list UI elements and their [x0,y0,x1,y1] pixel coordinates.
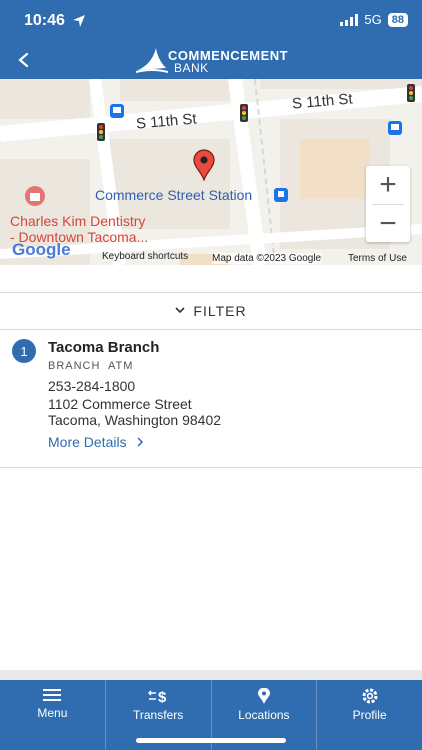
map-view[interactable]: S 11th St S 11th St Commerce Street Stat… [0,79,422,265]
back-chevron-icon[interactable] [14,48,34,72]
signal-icon [340,13,359,26]
transfers-icon: $ [148,689,167,704]
filter-bar[interactable]: FILTER [0,292,422,330]
dentistry-label-line1: Charles Kim Dentistry [10,213,146,229]
status-right: 5G 88 [340,12,408,27]
menu-icon [43,689,62,701]
traffic-light-icon [407,84,415,102]
more-details-label: More Details [48,434,127,450]
status-time: 10:46 [24,12,65,29]
svg-text:$: $ [158,689,167,704]
zoom-controls: + − [366,166,410,242]
nav-transfers-label: Transfers [133,708,184,722]
bus-stop-icon[interactable] [110,104,124,118]
nav-profile[interactable]: Profile [317,680,422,750]
nav-profile-label: Profile [352,708,387,722]
chevron-down-icon [175,307,185,314]
dentist-icon[interactable] [24,185,46,207]
traffic-light-icon [240,104,248,122]
zoom-in-button[interactable]: + [366,166,410,204]
nav-locations-label: Locations [238,708,290,722]
branch-address-line1: 1102 Commerce Street [48,396,192,412]
location-arrow-icon [73,15,85,27]
app-header: 10:46 5G 88 COMMENCEMENT BANK [0,0,422,79]
sailboat-logo-icon [135,48,168,73]
chevron-right-icon [137,437,144,447]
bottom-spacer [0,670,422,680]
branch-address-line2: Tacoma, Washington 98402 [48,412,222,428]
branch-types: BRANCH ATM [48,360,134,372]
battery-icon: 88 [387,12,408,27]
result-index-badge: 1 [12,339,36,363]
keyboard-shortcuts-link[interactable]: Keyboard shortcuts [102,251,188,262]
zoom-out-button[interactable]: − [366,205,410,243]
traffic-light-icon [97,123,105,141]
branch-name: Tacoma Branch [48,339,160,356]
nav-menu[interactable]: Menu [0,680,106,750]
nav-menu-label: Menu [37,706,68,720]
network-type: 5G [364,12,382,27]
train-station-icon[interactable] [274,188,288,202]
home-indicator [136,738,286,743]
list-divider [0,467,422,468]
terms-link[interactable]: Terms of Use [348,253,407,264]
bus-stop-icon[interactable] [388,121,402,135]
station-label: Commerce Street Station [95,187,253,203]
location-pin-icon[interactable] [192,149,216,181]
filter-label: FILTER [193,303,247,319]
bank-name-line2: BANK [174,61,209,75]
map-data-text: Map data ©2023 Google [212,253,322,264]
location-pin-nav-icon [257,688,270,704]
gear-icon [362,688,378,704]
branch-phone[interactable]: 253-284-1800 [48,378,135,394]
more-details-link[interactable]: More Details [48,434,144,450]
google-logo: Google [12,240,71,259]
